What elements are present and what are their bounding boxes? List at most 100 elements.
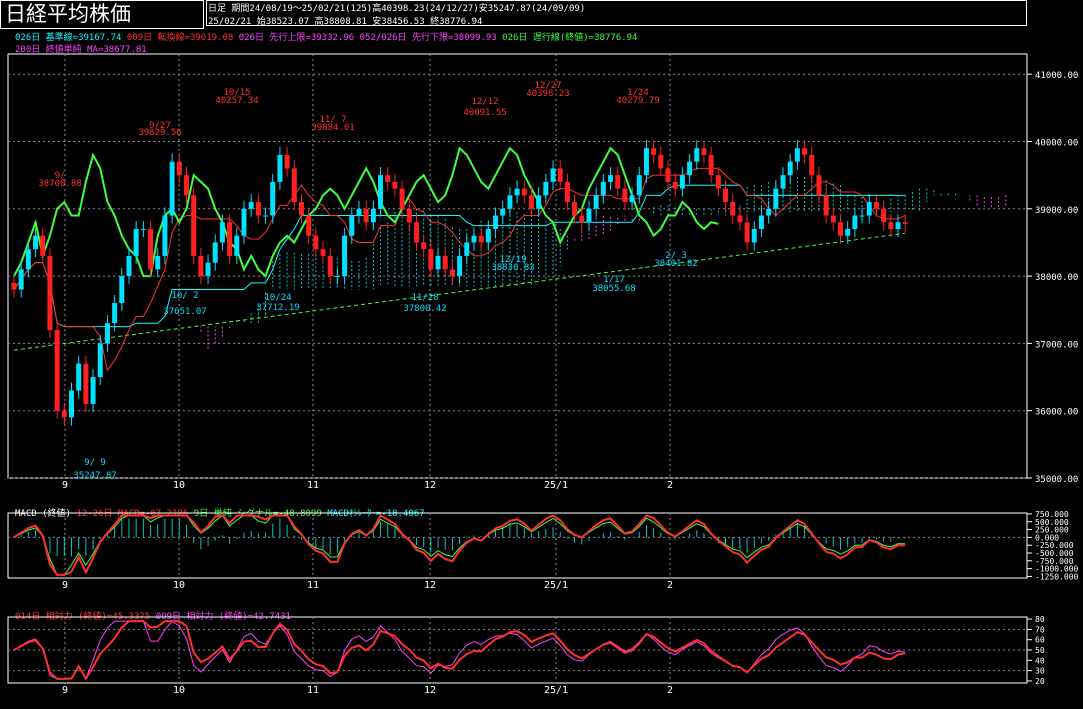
candle-body xyxy=(270,181,276,216)
candle-body xyxy=(327,255,333,277)
x-tick-label: 2 xyxy=(667,580,673,591)
candle-body xyxy=(715,175,721,189)
candle-body xyxy=(895,222,901,229)
candle-body xyxy=(708,154,714,176)
candle-body xyxy=(104,323,110,344)
candle-body xyxy=(629,195,635,203)
annotation-value: 38700.88 xyxy=(38,179,81,189)
candle-body xyxy=(687,161,693,176)
candle-body xyxy=(241,208,247,236)
candle-body xyxy=(493,215,499,229)
candle-body xyxy=(679,175,685,189)
annotation-date: 10/ 2 xyxy=(171,291,198,301)
y-tick-label: 37000.00 xyxy=(1035,340,1078,350)
candle-body xyxy=(514,188,520,196)
y-tick-label: 39000.00 xyxy=(1035,206,1078,216)
candle-body xyxy=(464,242,470,256)
candle-body xyxy=(579,215,585,223)
candle-body xyxy=(780,175,786,189)
x-tick-label: 12 xyxy=(424,580,436,591)
annotation-value: 38836.83 xyxy=(491,263,534,273)
candle-body xyxy=(176,161,182,176)
candle-body xyxy=(794,148,800,162)
candle-body xyxy=(342,235,348,277)
x-tick-label: 11 xyxy=(307,580,319,591)
x-tick-label: 25/1 xyxy=(544,685,568,696)
candle-body xyxy=(600,181,606,196)
candle-body xyxy=(787,161,793,176)
annotation-value: 37800.42 xyxy=(403,304,446,314)
candle-body xyxy=(183,175,189,196)
candle-body xyxy=(838,222,844,236)
candle-body xyxy=(672,181,678,189)
candle-body xyxy=(471,235,477,243)
candle-body xyxy=(751,228,757,243)
x-tick-label: 10 xyxy=(173,480,185,491)
candle-body xyxy=(823,195,829,216)
macd-signal-line xyxy=(13,514,906,576)
candle-body xyxy=(816,175,822,196)
candle-body xyxy=(442,255,448,270)
candle-body xyxy=(593,195,599,209)
candle-body xyxy=(263,215,269,217)
candle-body xyxy=(205,262,211,277)
annotation-value: 38401.82 xyxy=(654,259,697,269)
candle-body xyxy=(730,202,736,216)
candle-body xyxy=(284,154,290,169)
candle-body xyxy=(773,188,779,209)
x-tick-label: 9 xyxy=(62,480,68,491)
y-tick-label: 40 xyxy=(1035,656,1045,665)
candle-body xyxy=(859,215,865,217)
candle-body xyxy=(902,222,908,224)
candle-body xyxy=(845,228,851,236)
candle-body xyxy=(219,222,225,243)
candle-body xyxy=(90,377,96,404)
candle-body xyxy=(392,181,398,189)
x-tick-label: 11 xyxy=(307,480,319,491)
candle-body xyxy=(888,222,894,229)
y-tick-label: 80 xyxy=(1035,615,1045,624)
candle-body xyxy=(830,215,836,223)
candle-body xyxy=(802,148,808,155)
candle-body xyxy=(586,208,592,223)
candle-body xyxy=(306,215,312,236)
candle-body xyxy=(543,181,549,196)
annotation-date: 10/24 xyxy=(264,293,291,303)
candle-body xyxy=(248,202,254,209)
annotation-date: 12/12 xyxy=(471,97,498,107)
candle-body xyxy=(399,188,405,209)
candle-body xyxy=(112,303,118,324)
annotation-value: 40398.23 xyxy=(526,89,569,99)
y-tick-label: 60 xyxy=(1035,636,1045,645)
candle-body xyxy=(651,148,657,155)
x-tick-label: 25/1 xyxy=(544,480,568,491)
annotation-value: 40279.79 xyxy=(616,96,659,106)
candle-body xyxy=(457,255,463,277)
annotation-date: 9/ 9 xyxy=(84,458,106,468)
candle-body xyxy=(356,208,362,216)
candle-body xyxy=(97,343,103,378)
candle-body xyxy=(155,255,161,270)
candle-body xyxy=(873,202,879,209)
candle-body xyxy=(320,249,326,256)
candle-body xyxy=(18,269,24,290)
y-tick-label: 20 xyxy=(1035,677,1045,686)
candle-body xyxy=(291,168,297,203)
y-tick-label: 41000.00 xyxy=(1035,71,1078,81)
candle-body xyxy=(25,249,31,270)
candle-body xyxy=(809,154,815,176)
annotation-value: 37712.19 xyxy=(256,303,299,313)
candle-body xyxy=(564,181,570,203)
candle-body xyxy=(500,208,506,216)
candle-body xyxy=(227,222,233,256)
candle-body xyxy=(76,363,82,391)
candle-body xyxy=(478,235,484,243)
candle-body xyxy=(212,242,218,263)
candle-body xyxy=(557,168,563,182)
y-tick-label: 50 xyxy=(1035,646,1045,655)
y-tick-label: -1250.000 xyxy=(1035,572,1079,581)
y-tick-label: 70 xyxy=(1035,625,1045,634)
candle-body xyxy=(701,148,707,155)
candle-body xyxy=(385,175,391,182)
candle-body xyxy=(536,195,542,209)
